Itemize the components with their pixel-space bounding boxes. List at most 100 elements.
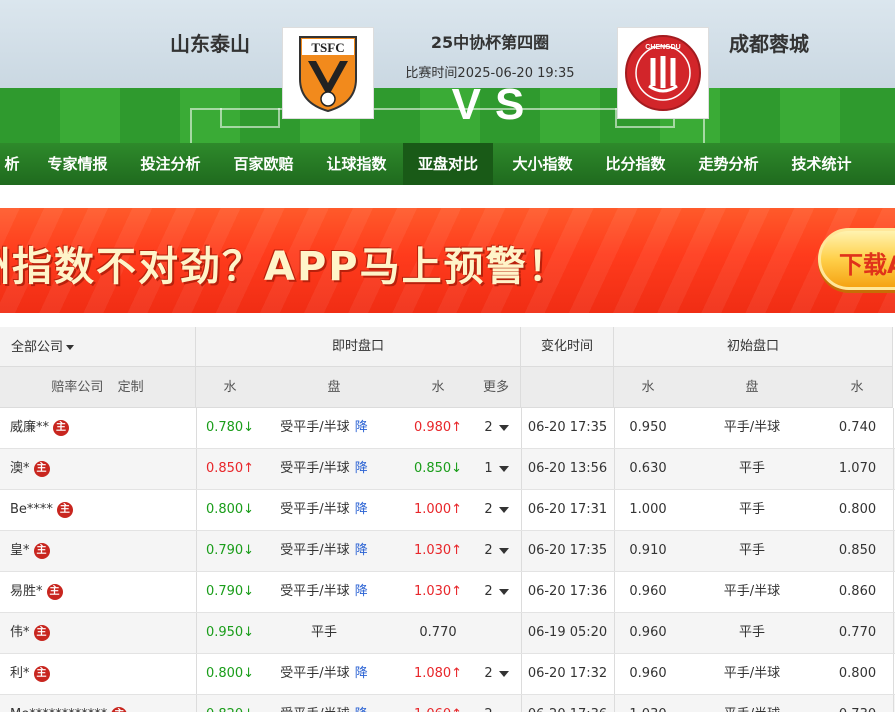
- column-divider: [521, 695, 522, 712]
- change-time-group-header: 变化时间: [521, 327, 614, 367]
- table-row[interactable]: 威廉** 主 0.780↓ 受平手/半球降 0.980↑ 2 06-20 17:35 0.95…: [0, 408, 895, 449]
- initial-away-water: 1.070: [822, 449, 893, 489]
- live-away-water: 1.060↑: [394, 695, 482, 712]
- more-dropdown-text: 2: [484, 502, 493, 517]
- initial-home-water-text: 0.960: [629, 584, 667, 599]
- company-name[interactable]: 威廉** 主: [0, 408, 196, 448]
- table-row[interactable]: Me************ 主 0.820↓ 受平手/半球 降 1.060↑ 2 06-20…: [0, 695, 895, 712]
- nav-item-trend[interactable]: 走势分析: [682, 143, 775, 185]
- live-handicap-text: 受平手/半球: [280, 461, 350, 476]
- column-divider: [196, 613, 197, 653]
- initial-odds-group-header: 初始盘口: [614, 327, 893, 367]
- company-name-text: 威廉**: [10, 420, 50, 435]
- initial-handicap-text: 平手: [738, 502, 765, 517]
- caret-down-icon: [498, 547, 509, 554]
- more-dropdown[interactable]: [472, 613, 521, 653]
- column-divider: [614, 572, 615, 612]
- more-dropdown[interactable]: 2: [472, 531, 521, 571]
- nav-item-betting-analysis[interactable]: 投注分析: [124, 143, 217, 185]
- initial-home-water-text: 0.960: [629, 625, 667, 640]
- initial-handicap-text: 平手/半球: [723, 420, 781, 435]
- competition-title: 25中协杯第四圈: [430, 33, 550, 52]
- nav-item-expert[interactable]: 专家情报: [31, 143, 124, 185]
- column-divider: [521, 490, 522, 530]
- nav-item-stats[interactable]: 技术统计: [775, 143, 868, 185]
- home-team-name[interactable]: 山东泰山: [170, 28, 250, 57]
- table-row[interactable]: Be**** 主 0.800↓ 受平手/半球降 1.000↑ 2 06-20 17:31 1.…: [0, 490, 895, 531]
- live-handicap: 受平手/半球降: [264, 490, 384, 530]
- company-name[interactable]: 易胜* 主: [0, 572, 196, 612]
- live-away-water: 1.030↑: [394, 572, 482, 612]
- initial-home-water-text: 1.030: [629, 707, 666, 712]
- live-home-water-text: 0.800↓: [205, 502, 255, 517]
- change-time: 06-20 13:56: [521, 449, 614, 489]
- initial-away-water-text: 0.800: [838, 666, 877, 681]
- initial-handicap-header: 盘: [682, 367, 822, 408]
- live-home-water: 0.820↓: [196, 695, 264, 712]
- company-name[interactable]: Be**** 主: [0, 490, 196, 530]
- app-promo-banner[interactable]: 洲指数不对劲？APP马上预警！ 下载A: [0, 208, 895, 313]
- initial-away-water-text: 0.730: [839, 707, 876, 712]
- more-dropdown[interactable]: 2: [472, 572, 521, 612]
- live-home-water: 0.790↓: [196, 531, 264, 571]
- change-time: 06-20 17:36: [521, 695, 614, 712]
- customize-link[interactable]: 定制: [118, 380, 144, 395]
- live-home-water-text: 0.780↓: [205, 420, 255, 435]
- nav-item-over-under[interactable]: 大小指数: [496, 143, 589, 185]
- away-team-name[interactable]: 成都蓉城: [729, 28, 809, 57]
- live-home-water-text: 0.850↑: [205, 461, 255, 476]
- live-handicap: 受平手/半球降: [264, 531, 384, 571]
- live-away-water-text: 0.850↓: [413, 461, 463, 476]
- column-divider: [196, 449, 197, 489]
- chengdu-crest-icon: CHENGDU: [625, 35, 701, 111]
- change-time: 06-20 17:31: [521, 490, 614, 530]
- more-dropdown[interactable]: 1: [472, 449, 521, 489]
- live-away-water: 1.000↑: [394, 490, 482, 530]
- company-name[interactable]: 利* 主: [0, 654, 196, 694]
- more-dropdown[interactable]: 2: [472, 408, 521, 448]
- initial-home-water-text: 0.960: [629, 666, 667, 681]
- table-row[interactable]: 易胜* 主 0.790↓ 受平手/半球降 1.030↑ 2 06-20 17:36 0.960…: [0, 572, 895, 613]
- more-column-header: 更多: [472, 367, 521, 408]
- live-away-water-text: 1.060↑: [414, 707, 462, 712]
- nav-item-partial[interactable]: 析: [0, 143, 24, 185]
- nav-item-asian-handicap[interactable]: 亚盘对比: [403, 143, 493, 185]
- column-divider: [893, 695, 894, 712]
- live-away-water-text: 1.030↑: [413, 543, 463, 558]
- table-row[interactable]: 皇* 主 0.790↓ 受平手/半球降 1.030↑ 2 06-20 17:35 0.910 平…: [0, 531, 895, 572]
- company-name[interactable]: 皇* 主: [0, 531, 196, 571]
- initial-home-water: 0.960: [614, 654, 682, 694]
- initial-away-water: 0.850: [822, 531, 893, 571]
- company-name[interactable]: 澳* 主: [0, 449, 196, 489]
- live-away-water-text: 1.080↑: [413, 666, 463, 681]
- change-time-column-header: [521, 367, 614, 408]
- change-time-text: 06-20 17:35: [527, 420, 608, 435]
- table-row[interactable]: 澳* 主 0.850↑ 受平手/半球降 0.850↓ 1 06-20 13:56 0.630 平…: [0, 449, 895, 490]
- live-home-water-text: 0.790↓: [205, 584, 255, 599]
- live-handicap-text: 平手: [310, 625, 337, 640]
- company-filter-dropdown[interactable]: 全部公司: [0, 327, 196, 367]
- company-name[interactable]: Me************ 主: [0, 695, 196, 712]
- live-handicap-text: 受平手/半球: [280, 666, 350, 681]
- live-handicap: 受平手/半球降: [264, 654, 384, 694]
- table-row[interactable]: 伟* 主 0.950↓ 平手 0.770 06-19 05:20 0.960 平手 0.770: [0, 613, 895, 654]
- live-home-water: 0.780↓: [196, 408, 264, 448]
- more-dropdown[interactable]: 2: [472, 654, 521, 694]
- initial-home-water: 0.960: [614, 613, 682, 653]
- table-row[interactable]: 利* 主 0.800↓ 受平手/半球降 1.080↑ 2 06-20 17:32 0.960 平…: [0, 654, 895, 695]
- home-team-logo[interactable]: TSFC: [282, 27, 374, 119]
- more-dropdown[interactable]: 2: [472, 490, 521, 530]
- nav-item-handicap-index[interactable]: 让球指数: [310, 143, 403, 185]
- change-time-text: 06-19 05:20: [527, 625, 608, 640]
- initial-handicap: 平手: [682, 613, 822, 653]
- nav-item-european-odds[interactable]: 百家欧赔: [217, 143, 310, 185]
- column-divider: [521, 572, 522, 612]
- nav-item-score-index[interactable]: 比分指数: [589, 143, 682, 185]
- column-divider: [196, 531, 197, 571]
- column-divider: [521, 449, 522, 489]
- more-dropdown[interactable]: 2: [472, 695, 521, 712]
- company-name[interactable]: 伟* 主: [0, 613, 196, 653]
- away-team-logo[interactable]: CHENGDU: [617, 27, 709, 119]
- change-time-text: 06-20 17:35: [527, 543, 608, 558]
- download-app-button[interactable]: 下载A: [818, 228, 895, 290]
